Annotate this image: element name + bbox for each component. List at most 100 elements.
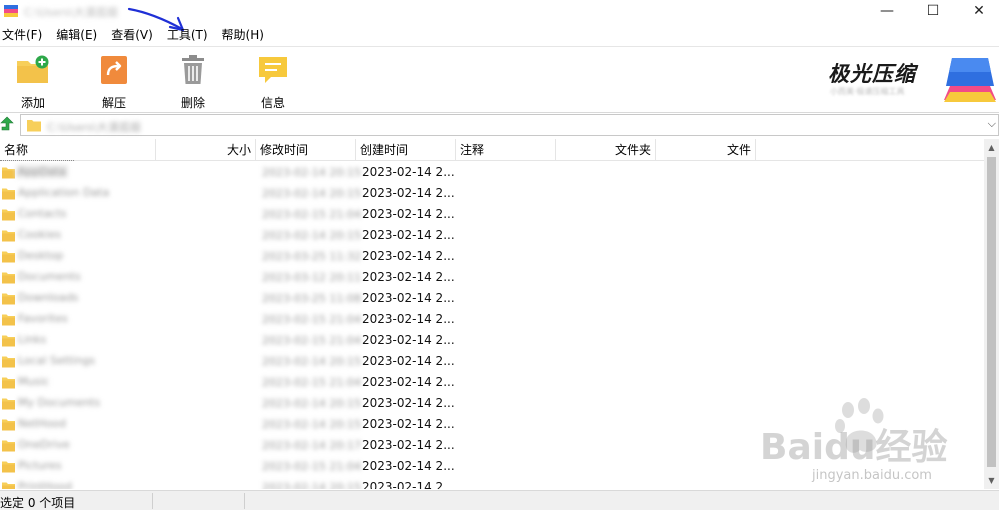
brand-name: 极光压缩 <box>828 62 916 86</box>
file-name: Cookies <box>18 228 62 241</box>
folder-icon <box>2 482 15 489</box>
table-row[interactable]: Pictures 2023-02-15 21:04 2023-02-14 2... <box>0 456 984 477</box>
file-name: Desktop <box>18 249 64 262</box>
column-header-modified[interactable]: 修改时间 <box>256 139 356 161</box>
delete-button[interactable]: 删除 <box>163 55 223 110</box>
modified-time: 2023-02-14 20:15 <box>262 229 362 242</box>
selection-status: 选定 0 个项目 <box>0 496 76 510</box>
table-row[interactable]: AppData 2023-02-14 20:15 2023-02-14 2... <box>0 162 984 183</box>
add-button[interactable]: 添加 <box>3 55 63 110</box>
file-name: Application Data <box>18 186 110 199</box>
created-time: 2023-02-14 2... <box>362 417 455 431</box>
menu-file[interactable]: 文件(F) <box>0 25 42 45</box>
modified-time: 2023-02-14 20:17 <box>262 439 362 452</box>
created-time: 2023-02-14 2... <box>362 207 455 221</box>
table-row[interactable]: Cookies 2023-02-14 20:15 2023-02-14 2... <box>0 225 984 246</box>
table-row[interactable]: Local Settings 2023-02-14 20:15 2023-02-14… <box>0 351 984 372</box>
modified-time: 2023-02-15 21:04 <box>262 208 362 221</box>
menu-edit[interactable]: 编辑(E) <box>54 25 97 45</box>
table-row[interactable]: Links 2023-02-15 21:04 2023-02-14 2... <box>0 330 984 351</box>
info-message-icon <box>259 57 287 83</box>
status-separator <box>152 493 153 509</box>
folder-icon <box>27 120 41 132</box>
modified-time: 2023-02-14 20:15 <box>262 397 362 410</box>
add-folder-icon <box>17 55 49 83</box>
file-name: Pictures <box>18 459 62 472</box>
menu-view[interactable]: 查看(V) <box>109 25 153 45</box>
folder-icon <box>2 167 15 179</box>
file-rows: AppData 2023-02-14 20:15 2023-02-14 2... Ap… <box>0 162 984 489</box>
up-folder-icon[interactable] <box>0 116 14 132</box>
modified-time: 2023-02-14 20:15 <box>262 481 362 489</box>
brand-logo-icon <box>944 58 996 102</box>
window-title: C:\Users\大漠孤烟 <box>24 6 118 19</box>
column-header-name[interactable]: 名称 <box>0 139 156 161</box>
modified-time: 2023-03-25 11:08 <box>262 292 362 305</box>
table-row[interactable]: Music 2023-02-15 21:04 2023-02-14 2... <box>0 372 984 393</box>
modified-time: 2023-02-15 21:04 <box>262 460 362 473</box>
folder-icon <box>2 209 15 221</box>
file-name: PrintHood <box>18 480 73 489</box>
created-time: 2023-02-14 2... <box>362 165 455 179</box>
table-row[interactable]: Application Data 2023-02-14 20:15 2023-02-… <box>0 183 984 204</box>
created-time: 2023-02-14 2... <box>362 333 455 347</box>
file-name: Local Settings <box>18 354 96 367</box>
column-header-files[interactable]: 文件 <box>656 139 756 161</box>
file-name: My Documents <box>18 396 101 409</box>
folder-icon <box>2 440 15 452</box>
table-row[interactable]: Contacts 2023-02-15 21:04 2023-02-14 2... <box>0 204 984 225</box>
status-separator <box>244 493 245 509</box>
table-row[interactable]: Documents 2023-03-12 20:11 2023-02-14 2... <box>0 267 984 288</box>
list-header: 名称 大小 修改时间 创建时间 注释 文件夹 文件 <box>0 139 984 161</box>
table-row[interactable]: OneDrive 2023-02-14 20:17 2023-02-14 2... <box>0 435 984 456</box>
created-time: 2023-02-14 2... <box>362 354 455 368</box>
minimize-button[interactable]: — <box>864 0 910 22</box>
created-time: 2023-02-14 2... <box>362 438 455 452</box>
info-label: 信息 <box>260 96 285 110</box>
brand-banner: 极光压缩 小而美·极速压缩工具 <box>828 54 998 104</box>
folder-icon <box>2 272 15 284</box>
column-header-size[interactable]: 大小 <box>156 139 256 161</box>
scroll-down-icon[interactable]: ▼ <box>984 472 999 489</box>
table-row[interactable]: PrintHood 2023-02-14 20:15 2023-02-14 2... <box>0 477 984 489</box>
table-row[interactable]: My Documents 2023-02-14 20:15 2023-02-14 2… <box>0 393 984 414</box>
info-button[interactable]: 信息 <box>243 55 303 110</box>
folder-icon <box>2 335 15 347</box>
close-button[interactable]: ✕ <box>956 0 999 22</box>
folder-icon <box>2 314 15 326</box>
created-time: 2023-02-14 2... <box>362 312 455 326</box>
table-row[interactable]: Desktop 2023-03-25 11:32 2023-02-14 2... <box>0 246 984 267</box>
scroll-thumb[interactable] <box>987 157 996 467</box>
folder-icon <box>2 188 15 200</box>
extract-button[interactable]: 解压 <box>84 55 144 110</box>
folder-icon <box>2 461 15 473</box>
column-header-created[interactable]: 创建时间 <box>356 139 456 161</box>
modified-time: 2023-02-15 21:04 <box>262 313 362 326</box>
address-path: C:\Users\大漠孤烟 <box>47 121 141 134</box>
created-time: 2023-02-14 2... <box>362 459 455 473</box>
add-label: 添加 <box>20 96 45 110</box>
modified-time: 2023-03-12 20:11 <box>262 271 362 284</box>
created-time: 2023-02-14 2... <box>362 291 455 305</box>
column-header-comment[interactable]: 注释 <box>456 139 556 161</box>
maximize-button[interactable]: ☐ <box>910 0 956 22</box>
menu-help[interactable]: 帮助(H) <box>220 25 264 45</box>
created-time: 2023-02-14 2... <box>362 186 455 200</box>
menu-tools[interactable]: 工具(T) <box>165 25 208 45</box>
file-name: Music <box>18 375 50 388</box>
table-row[interactable]: NetHood 2023-02-14 20:15 2023-02-14 2... <box>0 414 984 435</box>
table-row[interactable]: Favorites 2023-02-15 21:04 2023-02-14 2... <box>0 309 984 330</box>
chevron-down-icon[interactable]: ⌵ <box>988 117 996 131</box>
folder-icon <box>2 398 15 410</box>
column-header-folders[interactable]: 文件夹 <box>556 139 656 161</box>
folder-icon <box>2 230 15 242</box>
vertical-scrollbar[interactable]: ▲ ▼ <box>984 139 999 489</box>
scroll-up-icon[interactable]: ▲ <box>984 139 999 156</box>
created-time: 2023-02-14 2... <box>362 375 455 389</box>
menu-bar: 文件(F) 编辑(E) 查看(V) 工具(T) 帮助(H) <box>0 25 276 45</box>
status-bar: 选定 0 个项目 <box>0 490 999 510</box>
address-input[interactable]: C:\Users\大漠孤烟 ⌵ <box>20 114 999 136</box>
table-row[interactable]: Downloads 2023-03-25 11:08 2023-02-14 2... <box>0 288 984 309</box>
folder-icon <box>2 251 15 263</box>
delete-label: 删除 <box>180 96 205 110</box>
